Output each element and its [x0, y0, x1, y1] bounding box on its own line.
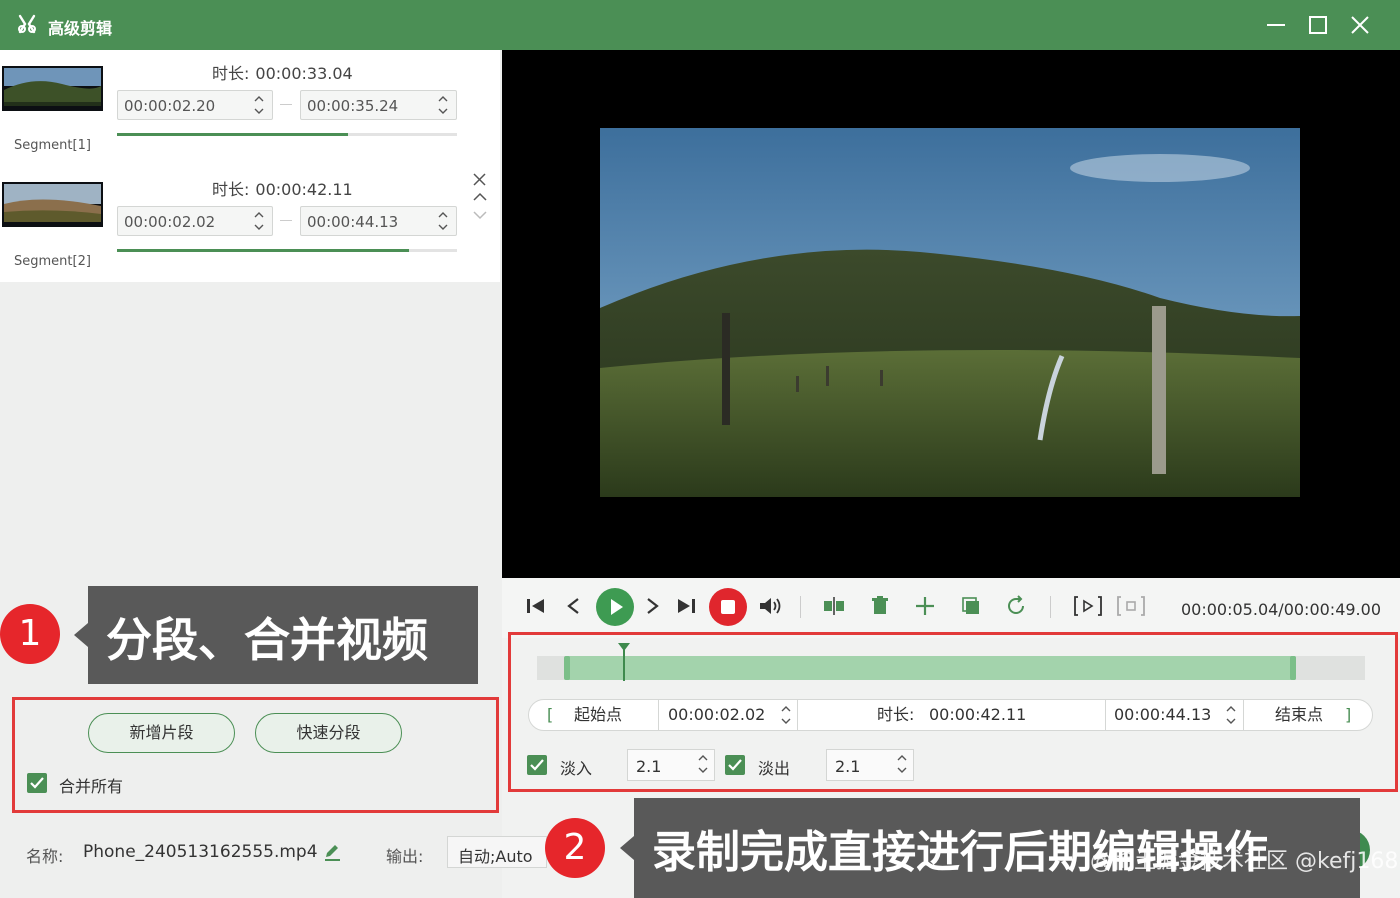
split-icon[interactable] — [820, 592, 848, 620]
record-stop-icon[interactable] — [709, 588, 747, 626]
delete-icon[interactable] — [866, 592, 894, 620]
watermark: @稀土掘金技术社区 @kefj1688 — [1090, 849, 1400, 874]
video-preview[interactable] — [502, 50, 1400, 578]
segment-duration: 时长: 00:00:33.04 — [212, 60, 353, 84]
duration-label: 时长: — [212, 180, 250, 199]
toolbar-divider — [800, 596, 801, 618]
segment-end-field[interactable]: 00:00:44.13 — [300, 206, 457, 236]
segment-name: Segment[1] — [14, 138, 91, 153]
segment-duration: 时长: 00:00:42.11 — [212, 176, 353, 200]
add-icon[interactable] — [911, 592, 939, 620]
callout-pointer — [620, 836, 634, 860]
segment-progress-track — [117, 133, 457, 136]
edit-icon[interactable] — [322, 842, 342, 862]
range-separator — [280, 220, 292, 221]
bracket-play-icon[interactable] — [1072, 592, 1104, 620]
segment-progress-bar — [117, 133, 349, 136]
highlight-box — [12, 697, 499, 813]
spinner-icon[interactable] — [252, 208, 266, 234]
segment-end-value: 00:00:35.24 — [307, 97, 399, 115]
file-name-value: Phone_240513162555.mp4 — [83, 842, 318, 862]
callout-pointer — [74, 623, 88, 647]
duration-value: 00:00:42.11 — [255, 180, 353, 199]
range-separator — [280, 104, 292, 105]
toolbar-divider — [1050, 596, 1051, 618]
spinner-icon[interactable] — [252, 92, 266, 118]
segment-start-value: 00:00:02.20 — [124, 97, 216, 115]
prev-frame-icon[interactable] — [560, 592, 588, 620]
segment-start-field[interactable]: 00:00:02.02 — [117, 206, 273, 236]
copy-icon[interactable] — [957, 592, 985, 620]
segment-item[interactable]: Segment[2] 时长: 00:00:42.11 00:00:02.02 00… — [0, 166, 500, 282]
step-number-badge: 2 — [545, 818, 605, 878]
bracket-stop-icon[interactable] — [1115, 592, 1147, 620]
segment-progress-bar — [117, 249, 410, 252]
next-frame-icon[interactable] — [638, 592, 666, 620]
app-logo-icon — [18, 14, 36, 34]
time-readout: 00:00:05.04/00:00:49.00 — [1181, 600, 1381, 619]
window-title: 高级剪辑 — [48, 19, 113, 38]
segment-progress-track — [117, 249, 457, 252]
skip-end-icon[interactable] — [672, 592, 700, 620]
spinner-icon[interactable] — [436, 208, 450, 234]
step-number-badge: 1 — [0, 604, 60, 664]
close-icon[interactable] — [1347, 12, 1373, 38]
segment-start-field[interactable]: 00:00:02.20 — [117, 90, 273, 120]
video-frame — [600, 128, 1300, 497]
segment-end-value: 00:00:44.13 — [307, 213, 399, 231]
segment-item[interactable]: Segment[1] 时长: 00:00:33.04 00:00:02.20 00… — [0, 50, 500, 166]
segment-start-value: 00:00:02.02 — [124, 213, 216, 231]
segment-tools-icon[interactable] — [470, 172, 490, 228]
volume-icon[interactable] — [756, 592, 784, 620]
output-label: 输出: — [386, 847, 424, 866]
duration-label: 时长: — [212, 64, 250, 83]
spinner-icon[interactable] — [436, 92, 450, 118]
skip-start-icon[interactable] — [522, 592, 550, 620]
file-name-label: 名称: — [26, 847, 64, 866]
output-select[interactable]: 自动;Auto — [447, 836, 547, 868]
minimize-icon[interactable] — [1263, 12, 1289, 38]
maximize-icon[interactable] — [1305, 12, 1331, 38]
segment-end-field[interactable]: 00:00:35.24 — [300, 90, 457, 120]
duration-value: 00:00:33.04 — [255, 64, 353, 83]
player-toolbar: 00:00:05.04/00:00:49.00 — [502, 578, 1400, 638]
segment-thumbnail — [2, 66, 103, 111]
segment-thumbnail — [2, 182, 103, 227]
step1-callout: 分段、合并视频 — [88, 586, 478, 684]
segment-name: Segment[2] — [14, 254, 91, 269]
play-icon[interactable] — [596, 588, 634, 626]
highlight-box — [508, 632, 1398, 792]
reset-icon[interactable] — [1002, 592, 1030, 620]
title-bar: 高级剪辑 — [0, 0, 1400, 50]
